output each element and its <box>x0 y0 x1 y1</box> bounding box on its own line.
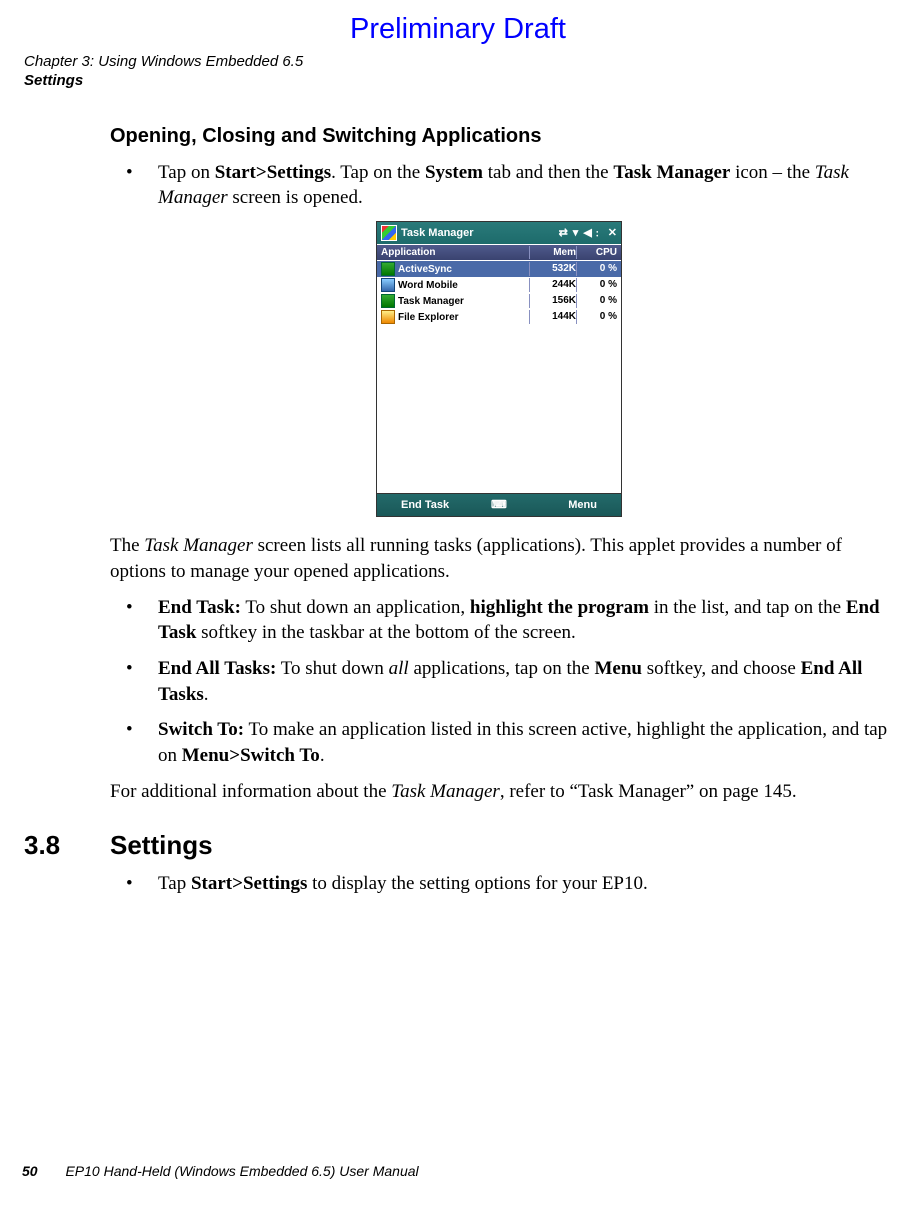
col-header-mem[interactable]: Mem <box>529 246 576 260</box>
app-cpu: 0 % <box>576 278 617 292</box>
bullet-tap-start-settings: Tap Start>Settings to display the settin… <box>146 871 888 897</box>
section-heading-row: 3.8 Settings <box>22 828 894 863</box>
col-header-application[interactable]: Application <box>381 246 529 260</box>
task-rows: ActiveSync532K0 %Word Mobile244K0 %Task … <box>377 261 621 325</box>
start-flag-icon[interactable] <box>381 225 397 241</box>
app-name: Word Mobile <box>398 279 458 293</box>
bullet-end-all-tasks: End All Tasks: To shut down all applicat… <box>146 656 888 707</box>
app-cpu: 0 % <box>576 310 617 324</box>
section-number: 3.8 <box>24 828 110 863</box>
softkey-menu[interactable]: Menu <box>568 498 597 513</box>
bullet-end-task: End Task: To shut down an application, h… <box>146 595 888 646</box>
page-footer: 50 EP10 Hand-Held (Windows Embedded 6.5)… <box>22 1162 419 1181</box>
volume-icon[interactable]: ◀﹕ <box>583 226 602 241</box>
close-icon[interactable]: ✕ <box>608 226 617 241</box>
col-header-cpu[interactable]: CPU <box>576 246 617 260</box>
app-mem: 156K <box>529 294 576 308</box>
app-icon <box>381 278 395 292</box>
app-name: Task Manager <box>398 295 464 309</box>
title-bar: Task Manager ⇄ ▾ ◀﹕ ✕ <box>377 222 621 244</box>
figure-task-manager-screenshot: Task Manager ⇄ ▾ ◀﹕ ✕ Application Mem CP… <box>110 221 888 518</box>
manual-title: EP10 Hand-Held (Windows Embedded 6.5) Us… <box>65 1163 418 1179</box>
connectivity-icon[interactable]: ⇄ <box>559 226 568 241</box>
app-name: File Explorer <box>398 311 459 325</box>
chapter-section: Settings <box>24 72 894 91</box>
task-row[interactable]: File Explorer 144K0 % <box>377 309 621 325</box>
task-list-blank-area <box>377 325 621 493</box>
signal-icon[interactable]: ▾ <box>573 226 579 241</box>
chapter-line: Chapter 3: Using Windows Embedded 6.5 <box>24 53 894 72</box>
task-row[interactable]: Word Mobile 244K0 % <box>377 277 621 293</box>
task-row[interactable]: ActiveSync 532K0 % <box>377 261 621 277</box>
softkey-end-task[interactable]: End Task <box>401 498 449 513</box>
task-row[interactable]: Task Manager 156K0 % <box>377 293 621 309</box>
app-icon <box>381 262 395 276</box>
page: Preliminary Draft Chapter 3: Using Windo… <box>0 0 916 1209</box>
softkey-bar: End Task ⌨ Menu <box>377 493 621 516</box>
app-cpu: 0 % <box>576 294 617 308</box>
app-icon <box>381 294 395 308</box>
preliminary-draft-watermark: Preliminary Draft <box>22 10 894 49</box>
chapter-header: Chapter 3: Using Windows Embedded 6.5 Se… <box>24 53 894 91</box>
keyboard-icon[interactable]: ⌨ <box>491 498 507 513</box>
app-cpu: 0 % <box>576 262 617 276</box>
page-number: 50 <box>22 1163 38 1179</box>
app-mem: 244K <box>529 278 576 292</box>
para-task-manager-desc: The Task Manager screen lists all runnin… <box>110 533 888 584</box>
task-manager-window: Task Manager ⇄ ▾ ◀﹕ ✕ Application Mem CP… <box>376 221 622 518</box>
column-headers: Application Mem CPU <box>377 244 621 262</box>
app-mem: 144K <box>529 310 576 324</box>
title-text: Task Manager <box>401 226 474 241</box>
app-name: ActiveSync <box>398 263 452 277</box>
bullet-switch-to: Switch To: To make an application listed… <box>146 717 888 768</box>
app-icon <box>381 310 395 324</box>
app-mem: 532K <box>529 262 576 276</box>
bullet-open-task-manager: Tap on Start>Settings. Tap on the System… <box>146 160 888 211</box>
section-title: Settings <box>110 828 213 863</box>
heading-opening-closing-switching: Opening, Closing and Switching Applicati… <box>110 123 894 150</box>
body-content: Tap on Start>Settings. Tap on the System… <box>110 160 888 805</box>
para-reference: For additional information about the Tas… <box>110 779 888 805</box>
